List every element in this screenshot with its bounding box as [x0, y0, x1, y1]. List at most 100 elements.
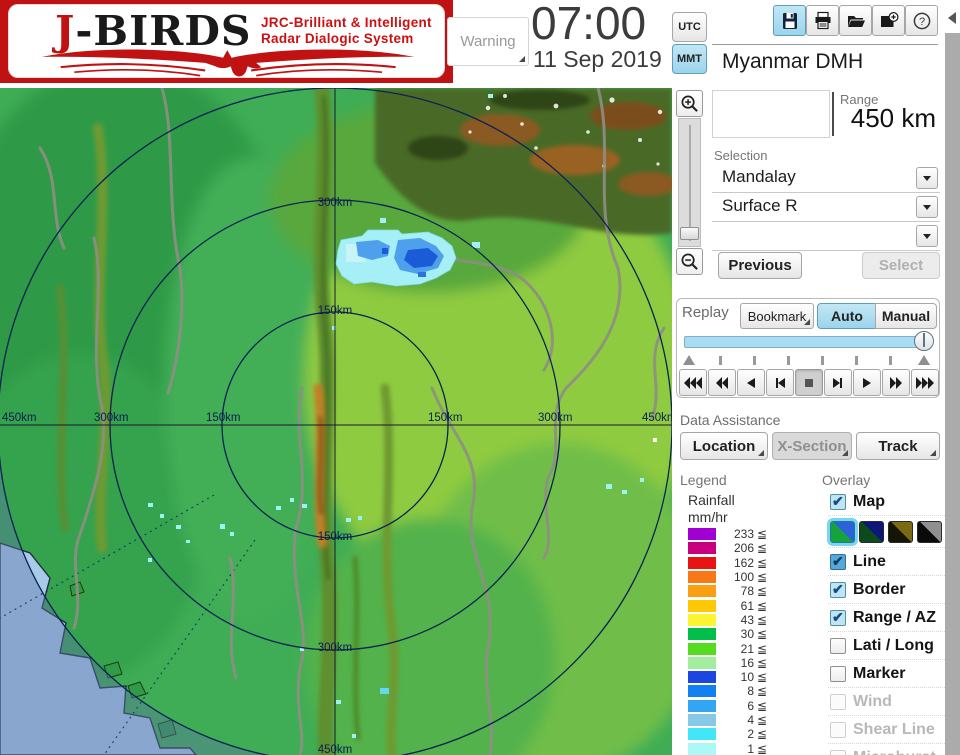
playback-controls: [679, 369, 939, 396]
legend-row: 43≦: [688, 613, 808, 627]
svg-text:300km: 300km: [538, 412, 573, 424]
auto-button[interactable]: Auto: [817, 303, 877, 329]
location-button[interactable]: Location: [680, 432, 768, 460]
utc-button[interactable]: UTC: [672, 12, 707, 42]
save-button[interactable]: [773, 5, 806, 36]
overlay-item-lati-long[interactable]: Lati / Long: [828, 631, 945, 659]
checkbox[interactable]: [830, 610, 846, 626]
extra-dropdown-button[interactable]: [916, 225, 938, 247]
overlay-item-shear-line[interactable]: Shear Line: [828, 715, 945, 743]
product-dropdown[interactable]: Surface R: [712, 193, 940, 222]
zoom-out-button[interactable]: [676, 248, 703, 275]
xsection-button[interactable]: X-Section: [772, 432, 852, 460]
product-dropdown-button[interactable]: [916, 196, 938, 218]
legend-swatch: [688, 685, 716, 697]
step-back-button[interactable]: [766, 369, 794, 396]
checkbox[interactable]: [830, 666, 846, 682]
open-folder-button[interactable]: [839, 5, 872, 36]
checkbox[interactable]: [830, 582, 846, 598]
warning-button[interactable]: Warning: [447, 17, 529, 66]
zoom-slider-groove: [689, 125, 691, 241]
overlay-item-map[interactable]: Map: [828, 488, 945, 515]
radar-map[interactable]: 450km 300km 150km 150km 300km 450km 300k…: [0, 88, 672, 755]
legend-row: 8≦: [688, 684, 808, 698]
manual-button[interactable]: Manual: [875, 303, 937, 329]
track-button[interactable]: Track: [856, 432, 940, 460]
legend-row: 10≦: [688, 670, 808, 684]
site-dropdown-button[interactable]: [916, 167, 938, 189]
stop-button[interactable]: [795, 369, 823, 396]
checkbox[interactable]: [830, 722, 846, 738]
replay-slider-track[interactable]: [684, 336, 932, 348]
add-image-button[interactable]: [872, 5, 905, 36]
help-button[interactable]: ?: [905, 5, 938, 36]
mmt-button[interactable]: MMT: [672, 44, 707, 74]
map-style-swatch-3[interactable]: [888, 521, 913, 543]
add-image-icon: [879, 11, 899, 31]
replay-slider-thumb[interactable]: [914, 331, 934, 351]
rewind-fast-icon: [684, 377, 702, 389]
print-button[interactable]: [806, 5, 839, 36]
forward-fast-icon: [916, 377, 934, 389]
overlay-item-microburst[interactable]: Microburst: [828, 743, 945, 755]
corner-arrow-icon: [842, 450, 848, 456]
overlay-item-border[interactable]: Border: [828, 575, 945, 603]
overlay-item-marker[interactable]: Marker: [828, 659, 945, 687]
legend-swatch: [688, 643, 716, 655]
previous-button[interactable]: Previous: [718, 252, 802, 279]
forward-button[interactable]: [882, 369, 910, 396]
checkbox[interactable]: [830, 554, 846, 570]
checkbox[interactable]: [830, 750, 846, 755]
range-value: 450 km: [830, 103, 936, 134]
overlay-item-wind[interactable]: Wind: [828, 687, 945, 715]
slider-tick: [855, 356, 858, 365]
overlay-item-range-az[interactable]: Range / AZ: [828, 603, 945, 631]
bookmark-button[interactable]: Bookmark: [740, 303, 814, 329]
slider-end-marker: [918, 355, 930, 365]
legend-swatch: [688, 557, 716, 569]
play-reverse-button[interactable]: [737, 369, 765, 396]
checkbox[interactable]: [830, 694, 846, 710]
map-style-swatch-1[interactable]: [830, 521, 855, 543]
legend-swatch: [688, 671, 716, 683]
logo-band: J-BIRDS JRC-Brilliant & Intelligent Rada…: [0, 0, 453, 83]
legend-row: 61≦: [688, 598, 808, 612]
radar-map-canvas: 450km 300km 150km 150km 300km 450km 300k…: [0, 88, 672, 755]
chevron-down-icon: [923, 234, 931, 239]
step-back-icon: [773, 377, 787, 389]
collapse-panel-icon[interactable]: [948, 12, 956, 24]
map-style-swatches: [828, 515, 945, 547]
svg-text:?: ?: [918, 16, 924, 28]
svg-text:300km: 300km: [318, 197, 353, 209]
forward-fast-button[interactable]: [911, 369, 939, 396]
legend-row: 21≦: [688, 641, 808, 655]
step-forward-button[interactable]: [824, 369, 852, 396]
rewind-button[interactable]: [708, 369, 736, 396]
legend-row: 206≦: [688, 541, 808, 555]
checkbox[interactable]: [830, 638, 846, 654]
legend-unit-line2: mm/hr: [688, 509, 728, 525]
header-divider: [712, 44, 938, 45]
panel-edge-strip[interactable]: [945, 33, 960, 755]
map-style-swatch-4[interactable]: [917, 521, 942, 543]
play-button[interactable]: [853, 369, 881, 396]
rewind-icon: [714, 377, 730, 389]
site-dropdown[interactable]: Mandalay: [712, 164, 940, 193]
overlay-label: Overlay: [822, 472, 870, 488]
select-button[interactable]: Select: [862, 252, 940, 279]
open-folder-icon: [846, 11, 866, 31]
map-style-swatch-2[interactable]: [859, 521, 884, 543]
extra-dropdown[interactable]: [712, 222, 940, 251]
slider-tick: [719, 356, 722, 365]
legend-row: 2≦: [688, 727, 808, 741]
zoom-in-button[interactable]: [676, 90, 703, 117]
rewind-fast-button[interactable]: [679, 369, 707, 396]
checkbox[interactable]: [830, 494, 846, 510]
zoom-slider[interactable]: [678, 118, 701, 247]
chevron-down-icon: [923, 205, 931, 210]
play-icon: [860, 377, 874, 389]
slider-tick: [889, 356, 892, 365]
zoom-slider-thumb[interactable]: [680, 227, 699, 240]
overlay-item-line[interactable]: Line: [828, 547, 945, 575]
legend-swatch: [688, 700, 716, 712]
